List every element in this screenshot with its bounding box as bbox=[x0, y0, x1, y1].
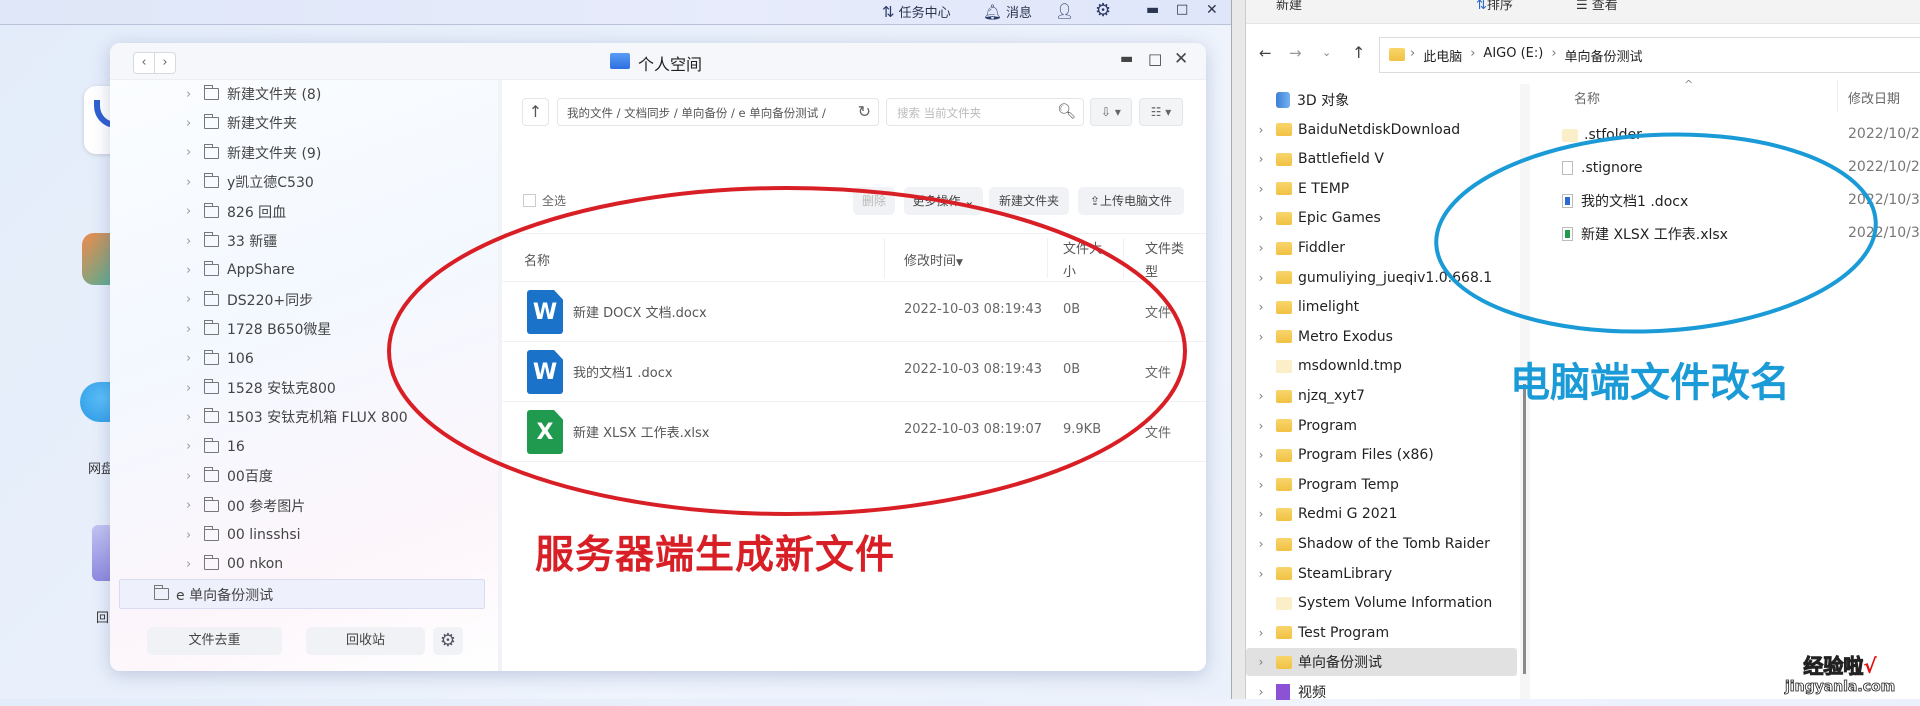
pc-annotation-text: 电脑端文件改名 bbox=[1510, 360, 1790, 406]
watermark-url: jingyanla.com bbox=[1785, 679, 1896, 696]
watermark-text: 经验啦 bbox=[1803, 654, 1864, 679]
watermark-logo: 经验啦√ jingyanla.com bbox=[1785, 650, 1896, 696]
blue-annotation-ellipse bbox=[1434, 132, 1878, 334]
watermark-check: √ bbox=[1863, 654, 1877, 678]
